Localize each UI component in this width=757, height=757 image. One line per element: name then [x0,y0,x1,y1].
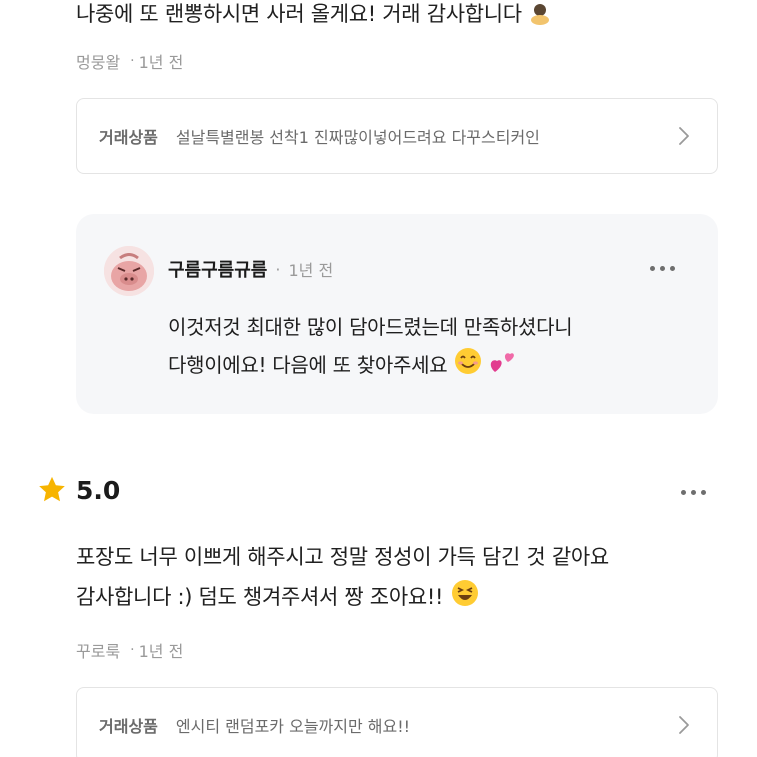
review-text-line: 감사합니다 :) 덤도 챙겨주셔서 짱 조아요!! [76,585,444,609]
reply-line: 이것저것 최대한 많이 담아드렸는데 만족하셨다니 [168,315,573,339]
separator-dot: · [130,642,135,658]
smiling-face-emoji [455,348,482,374]
seller-reply: 구름구름규름 · 1년 전 이것저것 최대한 많이 담아드렸는데 만족하셨다니 … [76,214,718,414]
review-time: 1년 전 [138,642,184,661]
chevron-right-icon [679,127,689,145]
product-label: 거래상품 [99,717,158,736]
avatar[interactable] [104,246,154,296]
product-name: 설날특별랜봉 선착1 진짜많이넣어드려요 다꾸스티커인 [175,128,540,147]
laughing-face-emoji [451,580,478,606]
separator-dot: · [130,53,135,69]
more-options-icon[interactable] [650,266,675,271]
rating: 5.0 [36,474,120,506]
reply-time: 1년 전 [288,261,334,280]
review-text: 포장도 너무 이쁘게 해주시고 정말 정성이 가득 담긴 것 같아요 감사합니다… [76,537,609,617]
review-text: 나중에 또 랜뽕하시면 사러 올게요! 거래 감사합니다 [76,0,552,34]
seller-name[interactable]: 구름구름규름 [168,256,267,282]
review-author: 멍뭉왈 [76,53,121,72]
reply-line: 다행이에요! 다음에 또 찾아주세요 [168,353,448,377]
review-text-line: 포장도 너무 이쁘게 해주시고 정말 정성이 가득 담긴 것 같아요 [76,545,609,569]
seller-info: 구름구름규름 · 1년 전 [168,256,333,282]
review-text-line-with-emoji: 감사합니다 :) 덤도 챙겨주셔서 짱 조아요!! [76,577,609,617]
product-name: 엔시티 랜덤포카 오늘까지만 해요!! [175,717,411,736]
reply-text: 이것저것 최대한 많이 담아드렸는데 만족하셨다니 다행이에요! 다음에 또 찾… [168,308,573,384]
more-options-icon[interactable] [681,490,706,495]
seller-avatar-image [104,246,154,296]
star-icon [39,476,65,502]
chevron-right-icon [679,716,689,734]
review-text-line: 나중에 또 랜뽕하시면 사러 올게요! 거래 감사합니다 [76,2,522,26]
review-meta: 멍뭉왈 · 1년 전 [76,49,183,73]
two-hearts-emoji [491,353,515,372]
separator-dot: · [275,259,281,279]
review-time: 1년 전 [138,53,184,72]
product-label: 거래상품 [99,128,158,147]
traded-product-link[interactable]: 거래상품 엔시티 랜덤포카 오늘까지만 해요!! [76,687,718,757]
reply-line-with-emoji: 다행이에요! 다음에 또 찾아주세요 [168,346,572,384]
bowing-person-emoji [531,4,550,25]
review-author: 꾸로룩 [76,642,121,661]
traded-product-link[interactable]: 거래상품 설날특별랜봉 선착1 진짜많이넣어드려요 다꾸스티커인 [76,98,718,174]
review-meta: 꾸로룩 · 1년 전 [76,638,183,662]
rating-value: 5.0 [76,475,121,505]
